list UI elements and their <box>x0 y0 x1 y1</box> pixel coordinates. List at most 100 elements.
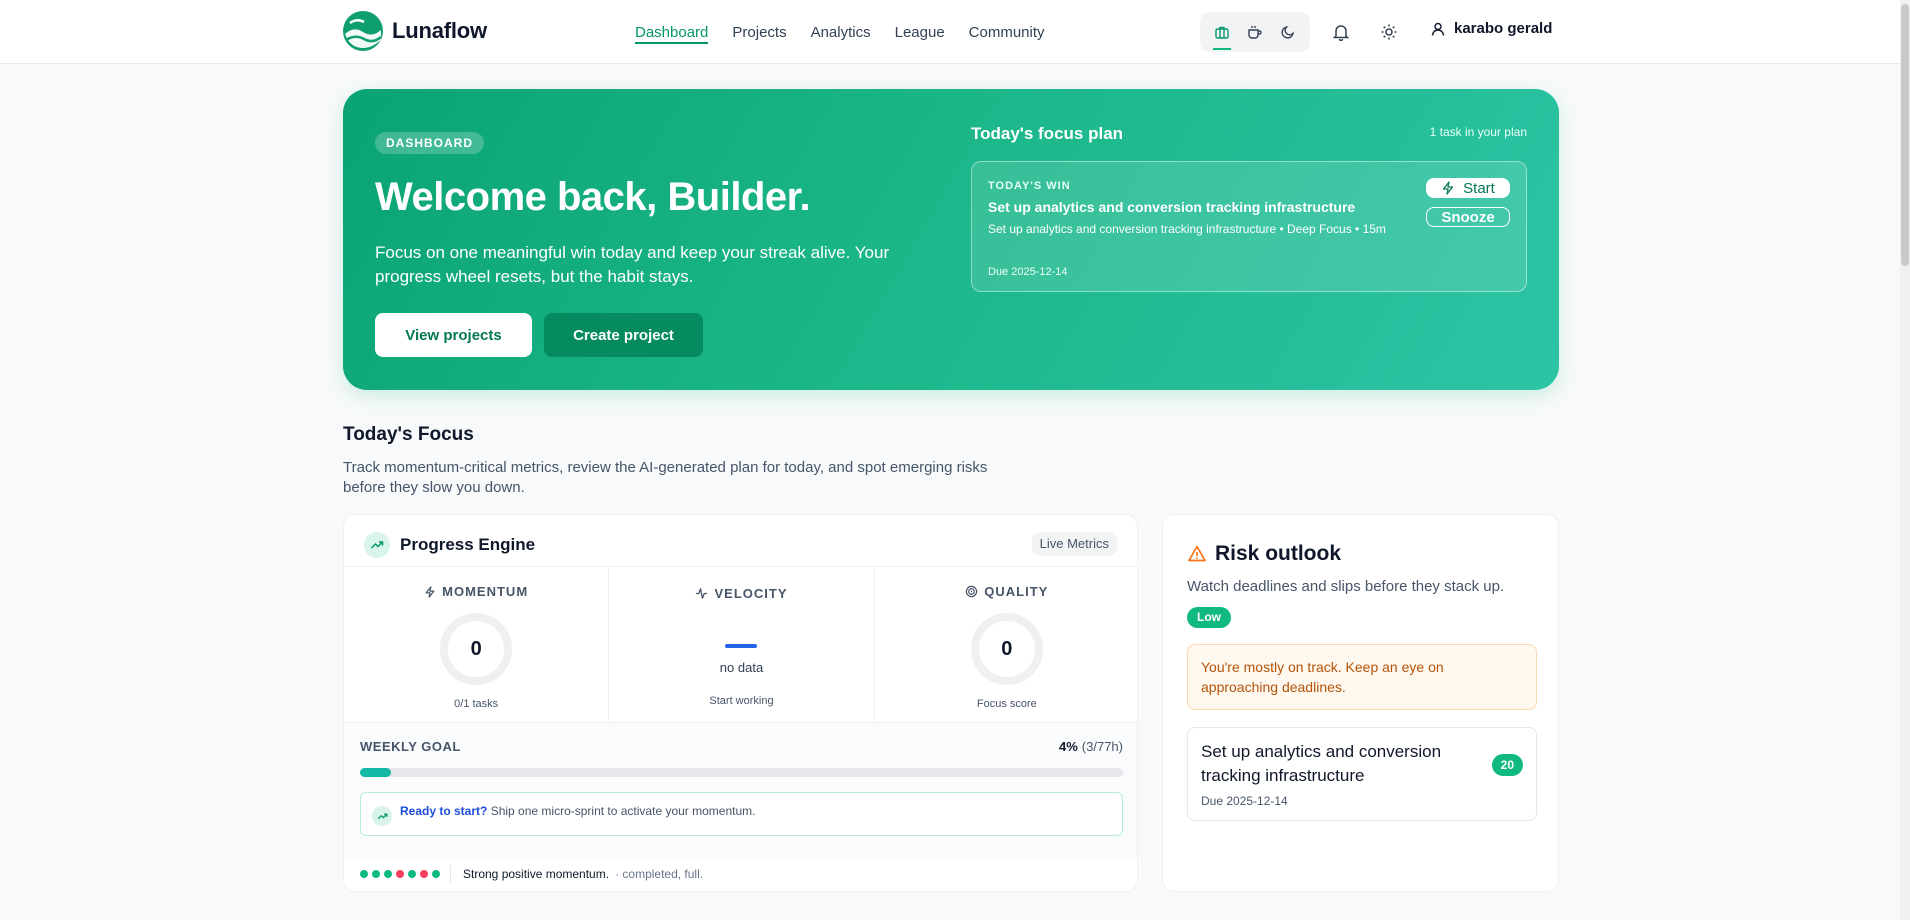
risk-description: Watch deadlines and slips before they st… <box>1187 578 1505 595</box>
streak-dot <box>384 870 392 878</box>
nav-community[interactable]: Community <box>969 0 1045 64</box>
todays-win-due: Due 2025-12-14 <box>988 266 1068 278</box>
risk-alert: You're mostly on track. Keep an eye on a… <box>1187 644 1537 710</box>
momentum-metric: MOMENTUM 0 0/1 tasks <box>344 567 610 722</box>
main-nav: Dashboard Projects Analytics League Comm… <box>635 0 1045 64</box>
focus-plan-title: Today's focus plan <box>971 124 1124 143</box>
nav-league[interactable]: League <box>895 0 945 64</box>
risk-task-score: 20 <box>1491 754 1523 776</box>
velocity-line <box>725 644 758 648</box>
velocity-value: no data <box>719 660 764 675</box>
velocity-label-text: VELOCITY <box>714 586 788 601</box>
snooze-task-button[interactable]: Snooze <box>1426 207 1510 227</box>
bolt-icon <box>425 585 435 598</box>
mode-switcher <box>1200 12 1310 52</box>
weekly-goal: WEEKLY GOAL 4% (3/77h) Ready to start? Sh… <box>344 723 1137 858</box>
top-header: Lunaflow Dashboard Projects Analytics Le… <box>0 0 1910 64</box>
streak-dot <box>396 870 404 878</box>
momentum-label-text: MOMENTUM <box>442 584 529 599</box>
velocity-label: VELOCITY <box>609 586 873 601</box>
create-project-button[interactable]: Create project <box>544 313 703 357</box>
start-task-button[interactable]: Start <box>1426 178 1510 198</box>
user-name: karabo gerald <box>1454 20 1553 37</box>
notifications-button[interactable] <box>1329 20 1353 44</box>
momentum-ring: 0 <box>440 613 513 685</box>
ready-highlight: Ready to start? <box>400 804 488 818</box>
ready-message: Ship one micro-sprint to activate your m… <box>490 804 756 818</box>
quality-foot: Focus score <box>976 698 1037 710</box>
todays-win-description: Set up analytics and conversion tracking… <box>988 222 1386 236</box>
quality-ring: 0 <box>970 613 1043 685</box>
hero-banner: DASHBOARD Welcome back, Builder. Focus o… <box>343 89 1559 390</box>
section-description: Track momentum-critical metrics, review … <box>343 459 988 496</box>
weekly-goal-label: WEEKLY GOAL <box>360 739 461 754</box>
live-metrics-badge: Live Metrics <box>1031 532 1117 556</box>
hero-title: Welcome back, Builder. <box>375 175 811 219</box>
nav-projects[interactable]: Projects <box>732 0 786 64</box>
divider <box>450 865 451 883</box>
streak-dot <box>360 870 368 878</box>
streak-dot <box>432 870 440 878</box>
start-label: Start <box>1463 179 1495 197</box>
momentum-label: MOMENTUM <box>344 584 608 599</box>
risk-header: Risk outlook <box>1187 542 1341 566</box>
streak-dot <box>372 870 380 878</box>
scrollbar-thumb[interactable] <box>1901 4 1909 266</box>
work-mode-button[interactable] <box>1207 17 1237 50</box>
quality-metric: QUALITY 0 Focus score <box>875 567 1137 722</box>
focus-plan-count: 1 task in your plan <box>1429 125 1527 139</box>
risk-task-item[interactable]: Set up analytics and conversion tracking… <box>1187 727 1537 821</box>
user-menu[interactable]: karabo gerald <box>1430 20 1552 37</box>
app-logo[interactable]: Lunaflow <box>342 10 487 52</box>
bolt-icon <box>1443 181 1454 195</box>
weekly-goal-progress-bar <box>360 768 1123 777</box>
streak-dots <box>360 870 444 878</box>
quality-label-text: QUALITY <box>984 584 1049 599</box>
target-icon <box>966 585 978 598</box>
streak-message: Strong positive momentum. <box>463 867 610 881</box>
velocity-foot: Start working <box>709 695 774 707</box>
velocity-metric: VELOCITY no data Start working <box>609 567 875 722</box>
wave-logo-icon <box>343 11 383 51</box>
risk-task-title: Set up analytics and conversion tracking… <box>1201 742 1442 785</box>
progress-engine-card: Progress Engine Live Metrics MOMENTUM 0 … <box>343 514 1138 892</box>
nav-dashboard[interactable]: Dashboard <box>635 0 709 64</box>
nav-analytics[interactable]: Analytics <box>811 0 871 64</box>
view-projects-button[interactable]: View projects <box>375 313 532 357</box>
section-title: Today's Focus <box>343 424 474 445</box>
weekly-goal-detail: (3/77h) <box>1081 739 1123 754</box>
ready-to-start-text: Ready to start? Ship one micro-sprint to… <box>400 804 755 818</box>
quality-label: QUALITY <box>875 584 1137 599</box>
hero-subtitle: Focus on one meaningful win today and ke… <box>375 243 890 286</box>
break-mode-button[interactable] <box>1240 17 1270 47</box>
ready-to-start-callout: Ready to start? Ship one micro-sprint to… <box>360 792 1123 836</box>
todays-win-kicker: TODAY'S WIN <box>988 180 1071 192</box>
momentum-foot: 0/1 tasks <box>454 698 499 710</box>
risk-task-due: Due 2025-12-14 <box>1201 794 1288 808</box>
moon-icon <box>1281 25 1294 39</box>
trending-up-icon <box>372 806 392 826</box>
app-name: Lunaflow <box>392 18 487 43</box>
streak-dot <box>408 870 416 878</box>
user-icon <box>1431 22 1445 36</box>
streak-row: Strong positive momentum. · completed, f… <box>360 865 703 883</box>
sun-icon <box>1381 24 1397 40</box>
weekly-goal-value: 4% (3/77h) <box>1059 739 1123 754</box>
metrics-row: MOMENTUM 0 0/1 tasks VELOCITY no data St… <box>344 566 1137 723</box>
activity-icon <box>696 588 708 599</box>
risk-level-badge: Low <box>1187 607 1231 628</box>
streak-dot <box>420 870 428 878</box>
weekly-goal-percent: 4% <box>1059 739 1078 754</box>
todays-win-card: TODAY'S WIN Set up analytics and convers… <box>971 161 1527 292</box>
streak-detail: · completed, full. <box>615 867 704 881</box>
weekly-goal-progress-fill <box>360 768 391 777</box>
bell-icon <box>1332 25 1350 41</box>
briefcase-icon <box>1215 26 1230 39</box>
trending-up-icon <box>364 532 390 558</box>
hero-badge: DASHBOARD <box>375 132 484 154</box>
risk-outlook-card: Risk outlook Watch deadlines and slips b… <box>1162 514 1559 892</box>
theme-toggle-button[interactable] <box>1377 20 1401 44</box>
coffee-icon <box>1248 26 1262 39</box>
todays-win-title: Set up analytics and conversion tracking… <box>988 199 1356 215</box>
night-mode-button[interactable] <box>1273 17 1303 47</box>
